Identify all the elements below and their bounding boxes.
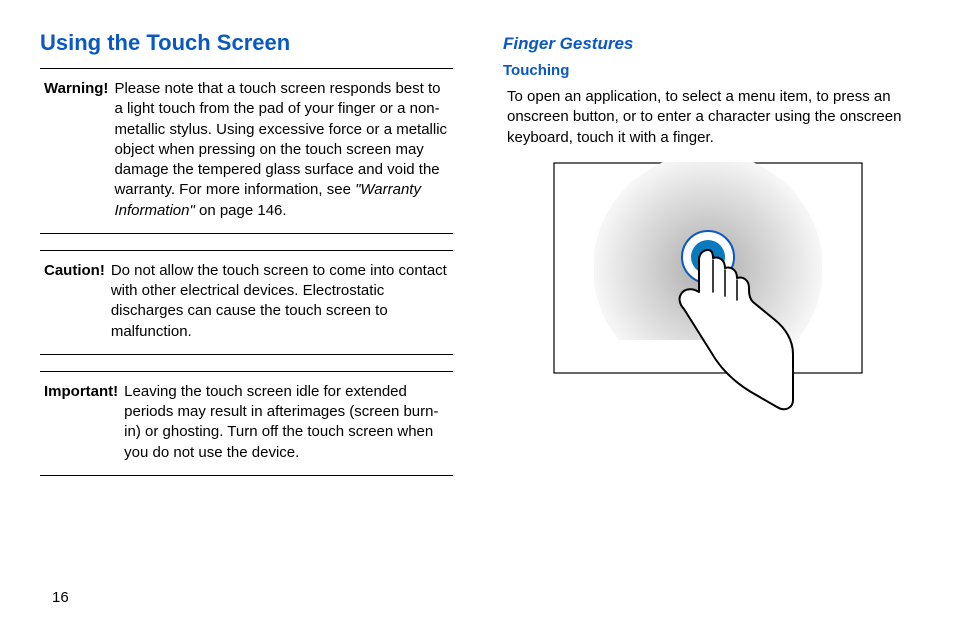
spacer [40, 234, 453, 250]
important-callout: Important! Leaving the touch screen idle… [40, 372, 453, 475]
warning-text: Please note that a touch screen responds… [114, 79, 449, 221]
subsubsection-title-touching: Touching [503, 62, 914, 79]
caution-text: Do not allow the touch screen to come in… [111, 261, 449, 342]
spacer [40, 355, 453, 371]
important-label: Important! [44, 382, 124, 463]
left-column: Using the Touch Screen Warning! Please n… [40, 30, 453, 476]
warning-text-b: on page 146. [195, 202, 287, 219]
important-text: Leaving the touch screen idle for extend… [124, 382, 449, 463]
right-column: Finger Gestures Touching To open an appl… [501, 30, 914, 476]
page: Using the Touch Screen Warning! Please n… [0, 0, 954, 636]
warning-label: Warning! [44, 79, 114, 221]
touching-paragraph: To open an application, to select a menu… [507, 87, 914, 148]
touching-illustration [553, 162, 863, 417]
caution-label: Caution! [44, 261, 111, 342]
caution-callout: Caution! Do not allow the touch screen t… [40, 251, 453, 354]
page-number: 16 [52, 589, 69, 606]
divider [40, 475, 453, 476]
section-title-touch-screen: Using the Touch Screen [40, 30, 453, 56]
warning-callout: Warning! Please note that a touch screen… [40, 69, 453, 233]
two-column-layout: Using the Touch Screen Warning! Please n… [40, 30, 914, 476]
subsection-title-finger-gestures: Finger Gestures [503, 34, 914, 54]
